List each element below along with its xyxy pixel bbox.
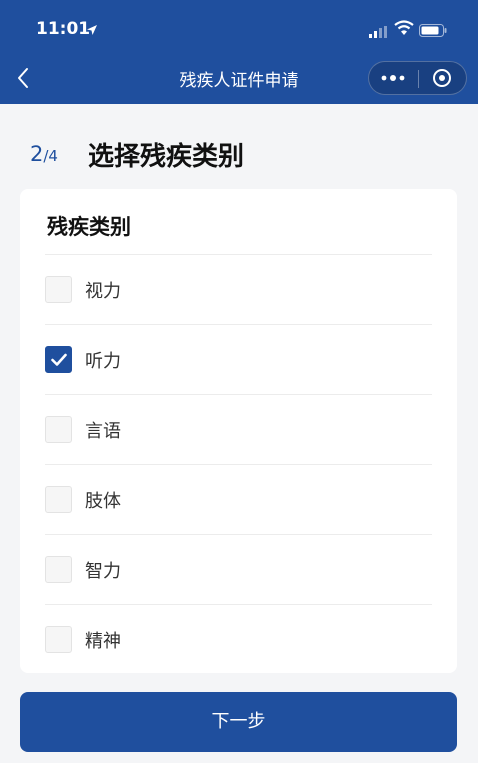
checkmark-icon (51, 353, 67, 366)
checkbox[interactable] (45, 486, 72, 513)
app-header: 11:01 残疾人证件申请 (0, 0, 478, 104)
location-arrow-icon (86, 21, 98, 40)
wifi-icon (394, 20, 414, 40)
close-button[interactable] (419, 62, 467, 94)
more-dots-icon (381, 75, 405, 81)
option-speech[interactable]: 言语 (45, 395, 432, 465)
status-time: 11:01 (36, 19, 91, 39)
option-label: 听力 (85, 351, 121, 372)
step-title: 选择残疾类别 (88, 142, 245, 172)
step-indicator: 2/4 (30, 142, 58, 166)
checkbox-checked[interactable] (45, 346, 72, 373)
option-hearing[interactable]: 听力 (45, 325, 432, 395)
next-step-button[interactable]: 下一步 (20, 692, 457, 752)
option-intellectual[interactable]: 智力 (45, 535, 432, 605)
option-label: 肢体 (85, 491, 121, 512)
checkbox[interactable] (45, 556, 72, 583)
option-mental[interactable]: 精神 (45, 605, 432, 671)
status-bar: 11:01 (0, 0, 478, 52)
step-total: /4 (43, 147, 58, 165)
more-button[interactable] (369, 62, 418, 94)
checkbox[interactable] (45, 276, 72, 303)
option-label: 视力 (85, 281, 121, 302)
option-physical[interactable]: 肢体 (45, 465, 432, 535)
navigation-bar: 残疾人证件申请 (0, 52, 478, 104)
option-label: 精神 (85, 631, 121, 652)
card-title: 残疾类别 (47, 215, 131, 239)
signal-icon (369, 23, 389, 42)
step-current: 2 (30, 142, 44, 166)
option-vision[interactable]: 视力 (45, 255, 432, 325)
battery-icon (419, 22, 447, 41)
option-label: 言语 (85, 421, 121, 442)
option-label: 智力 (85, 561, 121, 582)
checkbox[interactable] (45, 626, 72, 653)
checkbox[interactable] (45, 416, 72, 443)
target-close-icon (433, 69, 451, 87)
mini-program-capsule (368, 61, 467, 95)
disability-category-card: 残疾类别 视力 听力 言语 肢体 智力 精神 (20, 189, 457, 673)
